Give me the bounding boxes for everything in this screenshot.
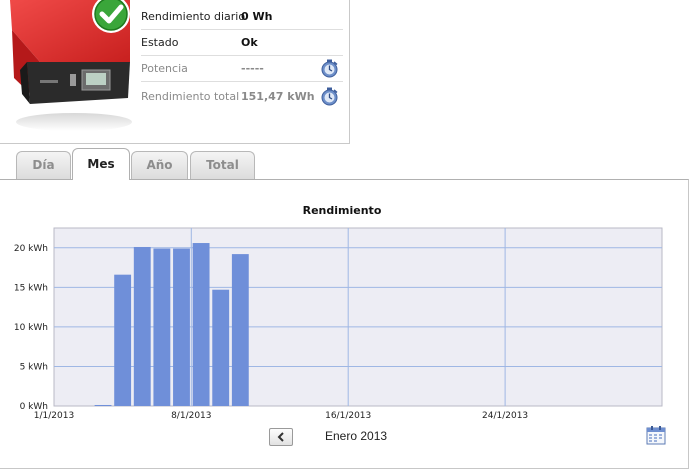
tab-day[interactable]: Día [16, 151, 71, 179]
stat-value: ----- [241, 62, 264, 75]
stat-row-daily-yield: Rendimiento diario 0 Wh [141, 4, 343, 30]
chart-bar [114, 274, 132, 406]
stat-label: Rendimiento diario [141, 10, 246, 23]
tab-month[interactable]: Mes [72, 148, 130, 180]
refresh-icon[interactable] [320, 59, 339, 78]
refresh-icon[interactable] [320, 87, 339, 106]
previous-month-button[interactable] [269, 428, 293, 446]
period-label: Enero 2013 [325, 429, 388, 443]
chart-bar [212, 289, 230, 406]
stat-row-total-yield: Rendimiento total 151,47 kWh [141, 84, 343, 109]
tab-year[interactable]: Año [131, 151, 188, 179]
yield-chart: Rendimiento 0 kWh5 kWh10 kWh15 kWh20 kWh… [14, 204, 663, 421]
y-tick-label: 10 kWh [14, 323, 48, 333]
chart-panel: Rendimiento 0 kWh 5 kWh 10 kWh 15 kWh 20 kWh… [0, 179, 689, 469]
chevron-left-icon [277, 432, 284, 442]
stat-label: Potencia [141, 62, 188, 75]
y-tick-label: 20 kWh [14, 244, 48, 254]
inverter-image [10, 0, 132, 131]
x-tick-label: 1/1/2013 [34, 411, 74, 421]
stat-value: Ok [241, 36, 258, 49]
period-tabs: Día Mes Año Total [0, 148, 695, 180]
stat-label: Estado [141, 36, 179, 49]
stat-label: Rendimiento total [141, 90, 240, 103]
chart-bar [133, 246, 151, 406]
chart-bar [94, 405, 112, 406]
y-tick-label: 5 kWh [20, 362, 48, 372]
x-tick-label: 16/1/2013 [325, 411, 371, 421]
x-tick-label: 24/1/2013 [482, 411, 528, 421]
chart-title: Rendimiento [303, 204, 382, 217]
chart-bar [192, 243, 210, 406]
y-tick-label: 15 kWh [14, 283, 48, 293]
chart-bar [173, 248, 190, 406]
x-tick-label: 8/1/2013 [171, 411, 211, 421]
calendar-icon[interactable] [646, 425, 666, 445]
stat-row-power: Potencia ----- [141, 56, 343, 82]
stat-row-status: Estado Ok [141, 30, 343, 56]
stat-value: 0 Wh [241, 10, 273, 23]
stat-value: 151,47 kWh [241, 90, 315, 103]
chart-bar [231, 254, 249, 406]
chart-bar [153, 248, 171, 406]
inverter-status-panel: Rendimiento diario 0 Wh Estado Ok Potenc… [0, 0, 350, 144]
tab-total[interactable]: Total [190, 151, 255, 179]
